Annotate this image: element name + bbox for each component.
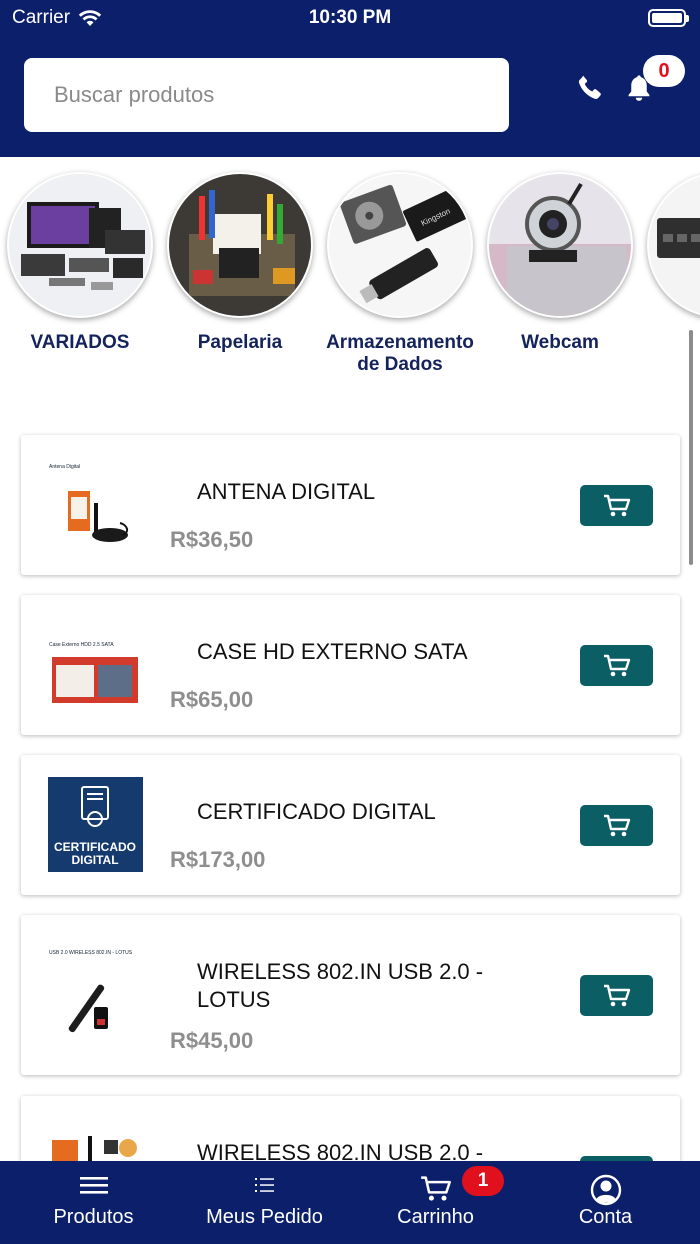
tab-meus-pedido[interactable]: Meus Pedido bbox=[177, 1161, 352, 1244]
scrollbar[interactable] bbox=[689, 330, 693, 565]
product-price: R$45,00 bbox=[170, 1028, 254, 1053]
product-name: CERTIFICADO DIGITAL bbox=[197, 799, 436, 824]
cart-icon bbox=[420, 1176, 451, 1201]
product-image bbox=[48, 1134, 143, 1161]
list-icon bbox=[254, 1178, 274, 1192]
svg-text:CERTIFICADO: CERTIFICADO bbox=[54, 840, 136, 854]
product-image: USB 2.0 WIRELESS 802.IN - LOTUS bbox=[48, 947, 143, 1042]
category-variados[interactable]: VARIADOS bbox=[0, 172, 160, 354]
cart-icon bbox=[603, 494, 630, 516]
product-card[interactable]: WIRELESS 802.IN USB 2.0 - bbox=[21, 1096, 680, 1161]
cart-icon bbox=[603, 654, 630, 676]
storage-devices-image: Kingston bbox=[327, 172, 473, 318]
tab-conta[interactable]: Conta bbox=[518, 1161, 693, 1244]
product-card[interactable]: CERTIFICADO DIGITAL CERTIFICADO DIGITAL … bbox=[21, 755, 680, 895]
notification-badge: 0 bbox=[643, 55, 685, 87]
svg-text:DIGITAL: DIGITAL bbox=[71, 853, 118, 867]
category-carousel[interactable]: VARIADOS Papelaria Kingston Armazenament… bbox=[0, 157, 700, 397]
tab-label: Meus Pedido bbox=[206, 1206, 323, 1228]
cart-icon bbox=[603, 984, 630, 1006]
tab-label: Carrinho bbox=[397, 1206, 474, 1228]
product-card[interactable]: USB 2.0 WIRELESS 802.IN - LOTUS WIRELESS… bbox=[21, 915, 680, 1075]
product-name: WIRELESS 802.IN USB 2.0 - bbox=[197, 1140, 484, 1161]
product-card[interactable]: Case Externo HDD 2.5 SATA CASE HD EXTERN… bbox=[21, 595, 680, 735]
user-icon bbox=[590, 1174, 621, 1206]
product-name: ANTENA DIGITAL bbox=[197, 479, 376, 504]
category-label: Armazenamento de Dados bbox=[326, 332, 474, 375]
cart-count-badge: 1 bbox=[462, 1166, 504, 1196]
add-to-cart-button[interactable] bbox=[580, 805, 653, 846]
product-price: R$65,00 bbox=[170, 687, 254, 712]
product-image: Antena Digital bbox=[48, 457, 143, 552]
product-image: CERTIFICADO DIGITAL bbox=[48, 777, 143, 872]
battery-icon bbox=[648, 9, 689, 27]
webcam-image bbox=[487, 172, 633, 318]
add-to-cart-button[interactable] bbox=[580, 975, 653, 1016]
tab-label: Conta bbox=[578, 1206, 633, 1228]
category-label: Webcam bbox=[521, 332, 599, 353]
phone-icon[interactable] bbox=[575, 73, 605, 103]
product-card[interactable]: Antena Digital ANTENA DIGITAL R$36,50 bbox=[21, 435, 680, 575]
electronics-assortment-image bbox=[7, 172, 153, 318]
category-webcam[interactable]: Webcam bbox=[480, 172, 640, 354]
network-switch-image bbox=[647, 172, 700, 318]
bottom-tab-bar: Produtos Meus Pedido Carrinho Conta bbox=[0, 1161, 700, 1244]
product-image: Case Externo HDD 2.5 SATA bbox=[48, 617, 143, 712]
category-papelaria[interactable]: Papelaria bbox=[160, 172, 320, 354]
svg-text:USB 2.0 WIRELESS 802.IN - LOTU: USB 2.0 WIRELESS 802.IN - LOTUS bbox=[49, 950, 133, 956]
add-to-cart-button[interactable] bbox=[580, 645, 653, 686]
status-bar: Carrier 10:30 PM bbox=[0, 0, 700, 38]
product-name: WIRELESS 802.IN USB 2.0 - LOTUS bbox=[197, 959, 484, 1012]
menu-icon bbox=[79, 1177, 108, 1194]
cart-icon bbox=[603, 814, 630, 836]
status-time: 10:30 PM bbox=[308, 7, 392, 28]
stationery-image bbox=[167, 172, 313, 318]
app-header: Carrier 10:30 PM 0 bbox=[0, 0, 700, 157]
search-input[interactable] bbox=[24, 58, 509, 132]
product-price: R$36,50 bbox=[170, 527, 254, 552]
category-label: Papelaria bbox=[197, 332, 283, 353]
svg-text:Case Externo HDD 2.5 SATA: Case Externo HDD 2.5 SATA bbox=[49, 642, 114, 648]
tab-label: Produtos bbox=[53, 1206, 134, 1228]
add-to-cart-button[interactable] bbox=[580, 485, 653, 526]
category-label: VARIADOS bbox=[30, 332, 130, 353]
category-armazenamento[interactable]: Kingston Armazenamento de Dados bbox=[320, 172, 480, 376]
tab-produtos[interactable]: Produtos bbox=[6, 1161, 181, 1244]
product-name: CASE HD EXTERNO SATA bbox=[197, 639, 468, 664]
svg-text:Antena Digital: Antena Digital bbox=[49, 464, 80, 470]
product-price: R$173,00 bbox=[170, 847, 266, 872]
category-partial[interactable]: S bbox=[640, 172, 700, 354]
